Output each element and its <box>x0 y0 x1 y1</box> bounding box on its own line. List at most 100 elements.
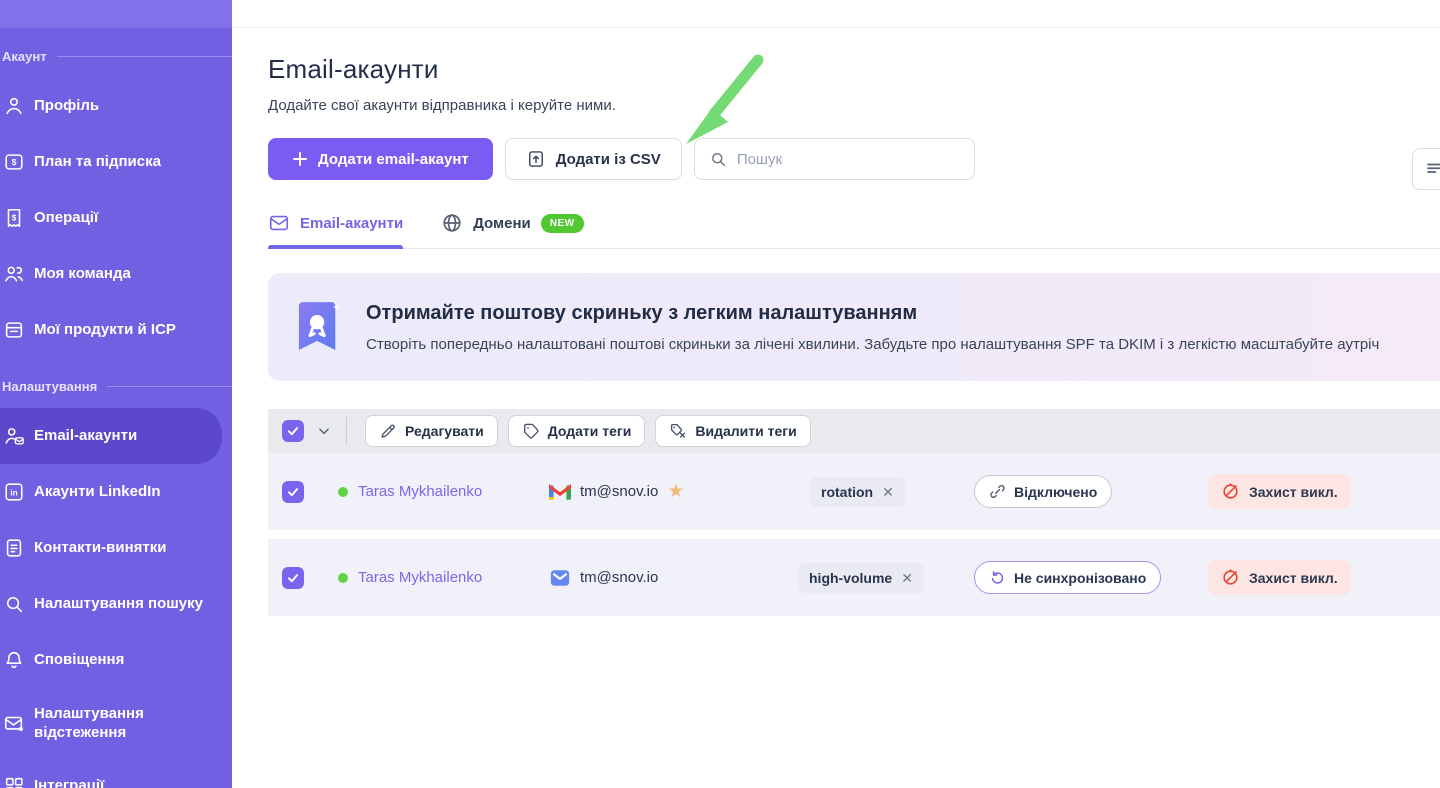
protection-off-badge: Захист викл. <box>1208 560 1351 595</box>
remove-tags-button[interactable]: Видалити теги <box>655 415 810 447</box>
protection-label: Захист викл. <box>1249 484 1338 500</box>
actions-row: Додати email-акаунт Додати із CSV <box>268 138 1440 180</box>
status-label: Відключено <box>1014 484 1097 500</box>
sidebar-item-label: Акаунти LinkedIn <box>34 482 161 502</box>
promo-banner[interactable]: Отримайте поштову скриньку з легким нала… <box>268 273 1440 381</box>
edit-button[interactable]: Редагувати <box>365 415 498 447</box>
active-status-dot <box>338 487 348 497</box>
refresh-icon <box>989 569 1006 586</box>
globe-icon <box>441 212 463 234</box>
envelope-icon <box>268 212 290 234</box>
svg-text:in: in <box>10 488 17 497</box>
search-icon <box>709 150 727 168</box>
sidebar-item-notifications[interactable]: Сповіщення <box>0 632 232 688</box>
link-off-icon <box>989 483 1006 500</box>
sidebar-item-team[interactable]: Моя команда <box>0 246 232 302</box>
row-checkbox[interactable] <box>282 567 304 589</box>
tab-email-accounts[interactable]: Email-акаунти <box>268 212 403 248</box>
account-name-link[interactable]: Taras Mykhailenko <box>358 483 482 500</box>
sidebar-item-label: Налаштування відстеження <box>34 704 184 743</box>
sidebar-item-label: Email-акаунти <box>34 426 137 446</box>
sidebar-item-email-accounts[interactable]: Email-акаунти <box>0 408 222 464</box>
medal-badge-icon <box>296 299 342 355</box>
tag-chip: high-volume ✕ <box>798 563 924 593</box>
page-title: Email-акаунти <box>268 54 1440 85</box>
tab-domains[interactable]: Домени NEW <box>441 212 583 248</box>
tag-chip: rotation ✕ <box>810 477 905 507</box>
status-pill-not-synced[interactable]: Не синхронізовано <box>974 561 1161 594</box>
email-address: tm@snov.io <box>580 569 658 586</box>
divider <box>346 417 347 445</box>
table-row: Taras Mykhailenko tm@snov.io high-volume… <box>268 539 1440 616</box>
sidebar-section-settings: Налаштування <box>0 364 232 408</box>
list-filter-button[interactable] <box>1412 148 1440 190</box>
new-badge: NEW <box>541 214 584 233</box>
tabs: Email-акаунти Домени NEW <box>268 212 1440 249</box>
search-box[interactable] <box>694 138 975 180</box>
remove-tag-icon[interactable]: ✕ <box>901 571 913 585</box>
tag-icon <box>522 422 540 440</box>
products-icon <box>3 319 25 341</box>
shield-off-icon <box>1221 482 1240 501</box>
receipt-icon: $ <box>3 207 25 229</box>
account-name-link[interactable]: Taras Mykhailenko <box>358 569 482 586</box>
row-checkbox[interactable] <box>282 481 304 503</box>
sidebar-item-excluded-contacts[interactable]: Контакти-винятки <box>0 520 232 576</box>
tag-remove-icon <box>669 422 687 440</box>
integrations-icon <box>3 775 25 788</box>
tab-label: Домени <box>473 215 531 232</box>
sidebar-item-plan[interactable]: $ План та підписка <box>0 134 232 190</box>
select-all-checkbox[interactable] <box>282 420 304 442</box>
sidebar-item-label: Налаштування пошуку <box>34 594 203 614</box>
chevron-down-icon[interactable] <box>316 423 332 439</box>
add-email-account-label: Додати email-акаунт <box>318 151 469 168</box>
sidebar-item-label: Моя команда <box>34 264 131 284</box>
sidebar-section-account: Акаунт <box>0 34 232 78</box>
sidebar-item-label: План та підписка <box>34 152 161 172</box>
bell-icon <box>3 649 25 671</box>
team-icon <box>3 263 25 285</box>
sidebar-item-profile[interactable]: Профіль <box>0 78 232 134</box>
sidebar: Акаунт Профіль $ План та підписка $ Опер… <box>0 0 232 788</box>
pencil-icon <box>379 422 397 440</box>
sidebar-section-label: Налаштування <box>2 379 97 394</box>
tracking-icon <box>3 712 25 734</box>
svg-text:$: $ <box>12 213 17 222</box>
tag-label: rotation <box>821 484 873 500</box>
status-pill-disconnected[interactable]: Відключено <box>974 475 1112 508</box>
remove-tags-label: Видалити теги <box>695 423 796 439</box>
add-email-account-button[interactable]: Додати email-акаунт <box>268 138 493 180</box>
sidebar-item-products[interactable]: Мої продукти й ICP <box>0 302 232 358</box>
bulk-actions-toolbar: Редагувати Додати теги Видалити теги <box>268 409 1440 453</box>
add-from-csv-button[interactable]: Додати із CSV <box>505 138 682 180</box>
table-row: Taras Mykhailenko tm@snov.io ★ rotation <box>268 453 1440 530</box>
sidebar-item-label: Операції <box>34 208 98 228</box>
top-bar <box>232 0 1440 28</box>
sidebar-item-tracking-settings[interactable]: Налаштування відстеження <box>0 688 232 758</box>
user-icon <box>3 95 25 117</box>
protection-off-badge: Захист викл. <box>1208 474 1351 509</box>
tab-label: Email-акаунти <box>300 215 403 232</box>
add-tags-button[interactable]: Додати теги <box>508 415 646 447</box>
sidebar-item-label: Контакти-винятки <box>34 538 166 558</box>
sidebar-item-label: Сповіщення <box>34 650 124 670</box>
contacts-list-icon <box>3 537 25 559</box>
remove-tag-icon[interactable]: ✕ <box>882 485 894 499</box>
search-input[interactable] <box>737 151 960 168</box>
sidebar-item-linkedin-accounts[interactable]: in Акаунти LinkedIn <box>0 464 232 520</box>
protection-label: Захист викл. <box>1249 570 1338 586</box>
shield-off-icon <box>1221 568 1240 587</box>
filter-lines-icon <box>1425 160 1440 178</box>
sidebar-item-integrations[interactable]: Інтеграції <box>0 758 232 788</box>
linkedin-icon: in <box>3 481 25 503</box>
page-subtitle: Додайте свої акаунти відправника і керуй… <box>268 97 1440 114</box>
sidebar-item-search-settings[interactable]: Налаштування пошуку <box>0 576 232 632</box>
smtp-envelope-icon <box>549 567 571 589</box>
add-tags-label: Додати теги <box>548 423 632 439</box>
plus-icon <box>292 151 308 167</box>
sidebar-top-strip <box>0 0 232 28</box>
favorite-star-icon[interactable]: ★ <box>667 482 684 501</box>
row-gap <box>268 530 1440 539</box>
gmail-icon <box>549 483 571 500</box>
sidebar-item-operations[interactable]: $ Операції <box>0 190 232 246</box>
